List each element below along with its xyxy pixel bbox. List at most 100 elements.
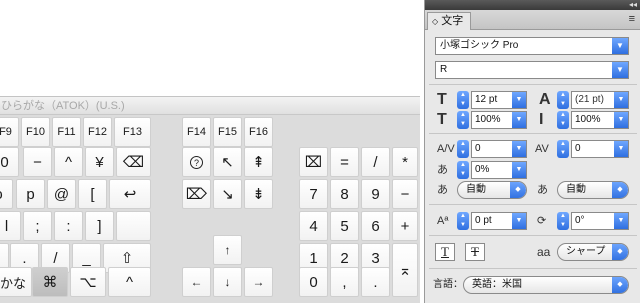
key-f11[interactable]: F11 [52, 117, 81, 147]
key-f15[interactable]: F15 [213, 117, 242, 147]
tab-character-label: 文字 [441, 15, 464, 27]
key-f14[interactable]: F14 [182, 117, 211, 147]
font-size-icon: T [437, 91, 447, 108]
aki-left-select[interactable]: 自動 ◆ [457, 181, 527, 199]
keypad-5-key[interactable]: 5 [330, 211, 359, 241]
kerning-stepper[interactable]: ▲ ▼ [457, 140, 469, 158]
key-f10[interactable]: F10 [21, 117, 50, 147]
chevron-down-icon: ▼ [614, 213, 628, 229]
key-f16[interactable]: F16 [244, 117, 273, 147]
tab-character[interactable]: ◇ 文字 [427, 12, 471, 30]
option-key[interactable]: ⌥ [70, 267, 106, 297]
leading-field[interactable]: (21 pt) ▼ [571, 91, 629, 109]
keypad-multiply-key[interactable]: * [392, 147, 418, 177]
strikethrough-button[interactable]: T [465, 243, 485, 261]
arrow-right-key[interactable]: → [244, 267, 273, 297]
keypad-equals-key[interactable]: = [330, 147, 359, 177]
key-f9[interactable]: F9 [0, 117, 19, 147]
divider [429, 235, 637, 236]
vertical-scale-stepper[interactable]: ▲ ▼ [457, 111, 469, 129]
key-o[interactable]: o [0, 179, 13, 209]
key-0[interactable]: 0 [0, 147, 19, 177]
font-size-stepper[interactable]: ▲ ▼ [457, 91, 469, 109]
panel-menu-icon[interactable]: ≡ [629, 13, 635, 25]
aki-right-select[interactable]: 自動 ◆ [557, 181, 629, 199]
language-label: 言語： [433, 279, 463, 290]
aki-right-icon: あ [537, 184, 548, 196]
leading-value: (21 pt) [575, 94, 604, 105]
page-up-key[interactable]: ⇞ [244, 147, 273, 177]
key-minus[interactable]: − [23, 147, 52, 177]
underline-button[interactable]: T [435, 243, 455, 261]
page-down-key[interactable]: ⇟ [244, 179, 273, 209]
forward-delete-key[interactable]: ⌦ [182, 179, 211, 209]
font-family-select[interactable]: 小塚ゴシック Pro ▼ [435, 37, 629, 55]
keypad-plus-key[interactable]: + [392, 211, 418, 241]
horizontal-scale-icon: I [539, 111, 544, 128]
key-f12[interactable]: F12 [83, 117, 112, 147]
keypad-comma-key[interactable]: , [330, 267, 359, 297]
chevron-updown-icon: ◆ [510, 182, 526, 198]
divider [429, 133, 637, 134]
leading-stepper[interactable]: ▲ ▼ [557, 91, 569, 109]
baseline-shift-field[interactable]: 0 pt ▼ [471, 212, 527, 230]
key-at[interactable]: @ [47, 179, 76, 209]
arrow-left-key[interactable]: ← [182, 267, 211, 297]
font-style-select[interactable]: R ▼ [435, 61, 629, 79]
key-caret[interactable]: ^ [54, 147, 83, 177]
tsume-icon: あ [437, 164, 448, 176]
key-l[interactable]: l [0, 211, 21, 241]
baseline-shift-stepper[interactable]: ▲ ▼ [457, 212, 469, 230]
key-colon[interactable]: : [54, 211, 83, 241]
arrow-up-key[interactable]: ↑ [213, 235, 242, 265]
keypad-enter-key[interactable]: ⌅ [392, 243, 418, 297]
kana-key[interactable]: かな [0, 267, 32, 297]
keypad-4-key[interactable]: 4 [299, 211, 328, 241]
key-left-bracket[interactable]: [ [78, 179, 107, 209]
rotation-icon: ⟳ [537, 215, 547, 227]
vertical-scale-field[interactable]: 100% ▼ [471, 111, 527, 129]
tracking-stepper[interactable]: ▲ ▼ [557, 140, 569, 158]
key-semicolon[interactable]: ; [23, 211, 52, 241]
tracking-field[interactable]: 0 ▼ [571, 140, 629, 158]
baseline-shift-icon: Aª [437, 215, 449, 227]
command-key[interactable]: ⌘ [32, 267, 68, 297]
keypad-7-key[interactable]: 7 [299, 179, 328, 209]
tsume-stepper[interactable]: ▲ ▼ [457, 161, 469, 179]
collapse-icon[interactable]: ◂◂ [629, 0, 637, 10]
chevron-updown-icon: ◆ [612, 182, 628, 198]
key-yen[interactable]: ¥ [85, 147, 114, 177]
keypad-clear-key[interactable]: ⌧ [299, 147, 328, 177]
return-key[interactable]: ↩ [109, 179, 151, 209]
key-p[interactable]: p [16, 179, 45, 209]
keypad-8-key[interactable]: 8 [330, 179, 359, 209]
tsume-field[interactable]: 0% ▼ [471, 161, 527, 179]
keypad-6-key[interactable]: 6 [361, 211, 390, 241]
enter-icon: ⌅ [398, 262, 412, 279]
antialias-icon: aa [537, 245, 551, 259]
return-key-lower[interactable] [116, 211, 151, 241]
rotation-field[interactable]: 0° ▼ [571, 212, 629, 230]
control-key[interactable]: ^ [108, 267, 151, 297]
antialias-select[interactable]: シャープ ◆ [557, 243, 629, 261]
font-size-field[interactable]: 12 pt ▼ [471, 91, 527, 109]
arrow-down-key[interactable]: ↓ [213, 267, 242, 297]
key-right-bracket[interactable]: ] [85, 211, 114, 241]
keypad-9-key[interactable]: 9 [361, 179, 390, 209]
keypad-0-key[interactable]: 0 [299, 267, 328, 297]
rotation-stepper[interactable]: ▲ ▼ [557, 212, 569, 230]
horizontal-scale-field[interactable]: 100% ▼ [571, 111, 629, 129]
home-key[interactable]: ↖ [213, 147, 242, 177]
aki-left-value: 自動 [466, 184, 486, 195]
horizontal-scale-stepper[interactable]: ▲ ▼ [557, 111, 569, 129]
kerning-field[interactable]: 0 ▼ [471, 140, 527, 158]
delete-key[interactable]: ⌫ [116, 147, 151, 177]
language-select[interactable]: 英語：米国 ◆ [463, 276, 629, 294]
end-key[interactable]: ↘ [213, 179, 242, 209]
keypad-divide-key[interactable]: / [361, 147, 390, 177]
keypad-minus-key[interactable]: − [392, 179, 418, 209]
arrow-right-icon: → [252, 275, 265, 289]
key-f13[interactable]: F13 [114, 117, 151, 147]
help-key[interactable]: ? [182, 147, 211, 177]
keypad-period-key[interactable]: . [361, 267, 390, 297]
